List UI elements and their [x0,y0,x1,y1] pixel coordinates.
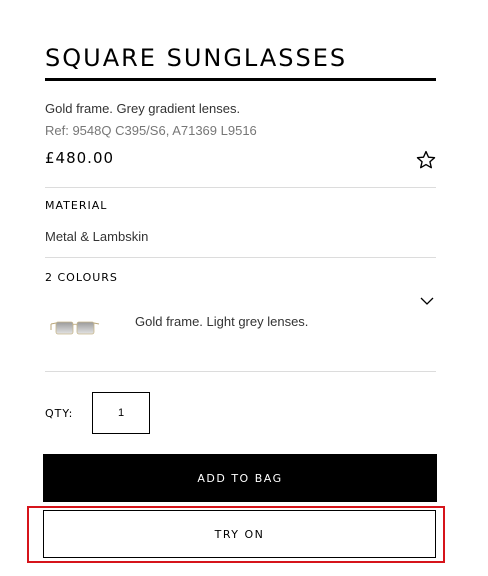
divider [45,187,436,188]
try-on-button[interactable]: TRY ON [43,510,436,558]
material-label: MATERIAL [45,199,108,212]
material-value: Metal & Lambskin [45,229,149,244]
product-description: Gold frame. Grey gradient lenses. [45,101,241,116]
quantity-input[interactable] [92,392,150,434]
colour-option-name: Gold frame. Light grey lenses. [135,314,309,329]
sunglasses-thumbnail [50,321,100,335]
wishlist-button[interactable] [415,149,437,171]
divider [45,371,436,372]
add-to-bag-button[interactable]: ADD TO BAG [43,454,437,502]
product-reference: Ref: 9548Q C395/S6, A71369 L9516 [45,123,257,138]
chevron-down-icon [420,297,434,305]
colour-swatch-sunglasses[interactable] [50,316,100,340]
star-outline-icon [416,150,436,169]
product-details-panel: SQUARE SUNGLASSES Gold frame. Grey gradi… [43,0,437,576]
product-price: £480.00 [45,149,115,167]
colours-expand-toggle[interactable] [419,294,435,308]
quantity-label: QTY: [45,407,74,420]
colours-label: 2 COLOURS [45,271,118,284]
divider [45,257,436,258]
title-underline [45,78,436,81]
product-title: SQUARE SUNGLASSES [45,44,348,72]
